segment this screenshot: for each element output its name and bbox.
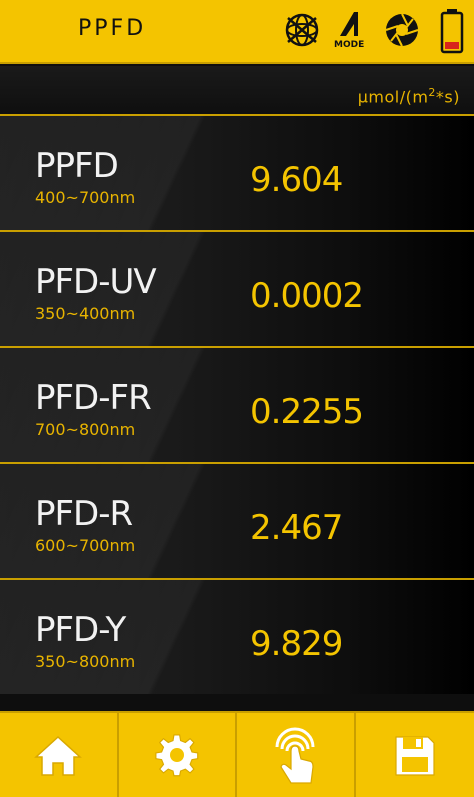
measurement-value: 9.829 bbox=[250, 624, 343, 664]
measurement-name: PFD-UV bbox=[35, 262, 157, 302]
unit-bar: μmol/(m2*s) bbox=[0, 66, 474, 114]
save-icon bbox=[395, 736, 435, 776]
measurement-row-pfd-uv[interactable]: PFD-UV 350~400nm 0.0002 bbox=[0, 230, 474, 346]
page-title: PPFD bbox=[78, 16, 147, 41]
measurement-row-ppfd[interactable]: PPFD 400~700nm 9.604 bbox=[0, 114, 474, 230]
measurement-value: 0.0002 bbox=[250, 276, 364, 316]
measurement-list: PPFD 400~700nm 9.604 PFD-UV 350~400nm 0.… bbox=[0, 114, 474, 694]
measurement-range: 400~700nm bbox=[35, 188, 136, 207]
aperture-icon[interactable] bbox=[384, 12, 420, 53]
measure-touch-button[interactable] bbox=[237, 713, 356, 797]
measurement-row-pfd-fr[interactable]: PFD-FR 700~800nm 0.2255 bbox=[0, 346, 474, 462]
measurement-value: 0.2255 bbox=[250, 392, 364, 432]
measurement-row-pfd-r[interactable]: PFD-R 600~700nm 2.467 bbox=[0, 462, 474, 578]
measurement-row-pfd-y[interactable]: PFD-Y 350~800nm 9.829 bbox=[0, 578, 474, 694]
unit-label: μmol/(m2*s) bbox=[357, 86, 460, 107]
save-button[interactable] bbox=[356, 713, 474, 797]
battery-icon bbox=[440, 8, 464, 59]
mode-icon[interactable] bbox=[336, 8, 366, 43]
measurement-range: 350~800nm bbox=[35, 652, 136, 671]
bottom-nav bbox=[0, 711, 474, 797]
touch-hand-icon bbox=[275, 727, 315, 784]
mode-label: MODE bbox=[334, 40, 365, 50]
measurement-range: 700~800nm bbox=[35, 420, 136, 439]
measurement-value: 9.604 bbox=[250, 160, 343, 200]
home-button[interactable] bbox=[0, 713, 119, 797]
measurement-name: PFD-FR bbox=[35, 378, 152, 418]
network-globe-icon[interactable] bbox=[282, 10, 322, 55]
measurement-value: 2.467 bbox=[250, 508, 343, 548]
home-icon bbox=[34, 735, 83, 776]
top-bar: PPFD MODE bbox=[0, 0, 474, 64]
measurement-range: 600~700nm bbox=[35, 536, 136, 555]
measurement-name: PFD-Y bbox=[35, 610, 126, 650]
measurement-name: PPFD bbox=[35, 146, 119, 186]
gear-icon bbox=[155, 734, 199, 777]
settings-button[interactable] bbox=[119, 713, 237, 797]
measurement-name: PFD-R bbox=[35, 494, 133, 534]
measurement-range: 350~400nm bbox=[35, 304, 136, 323]
